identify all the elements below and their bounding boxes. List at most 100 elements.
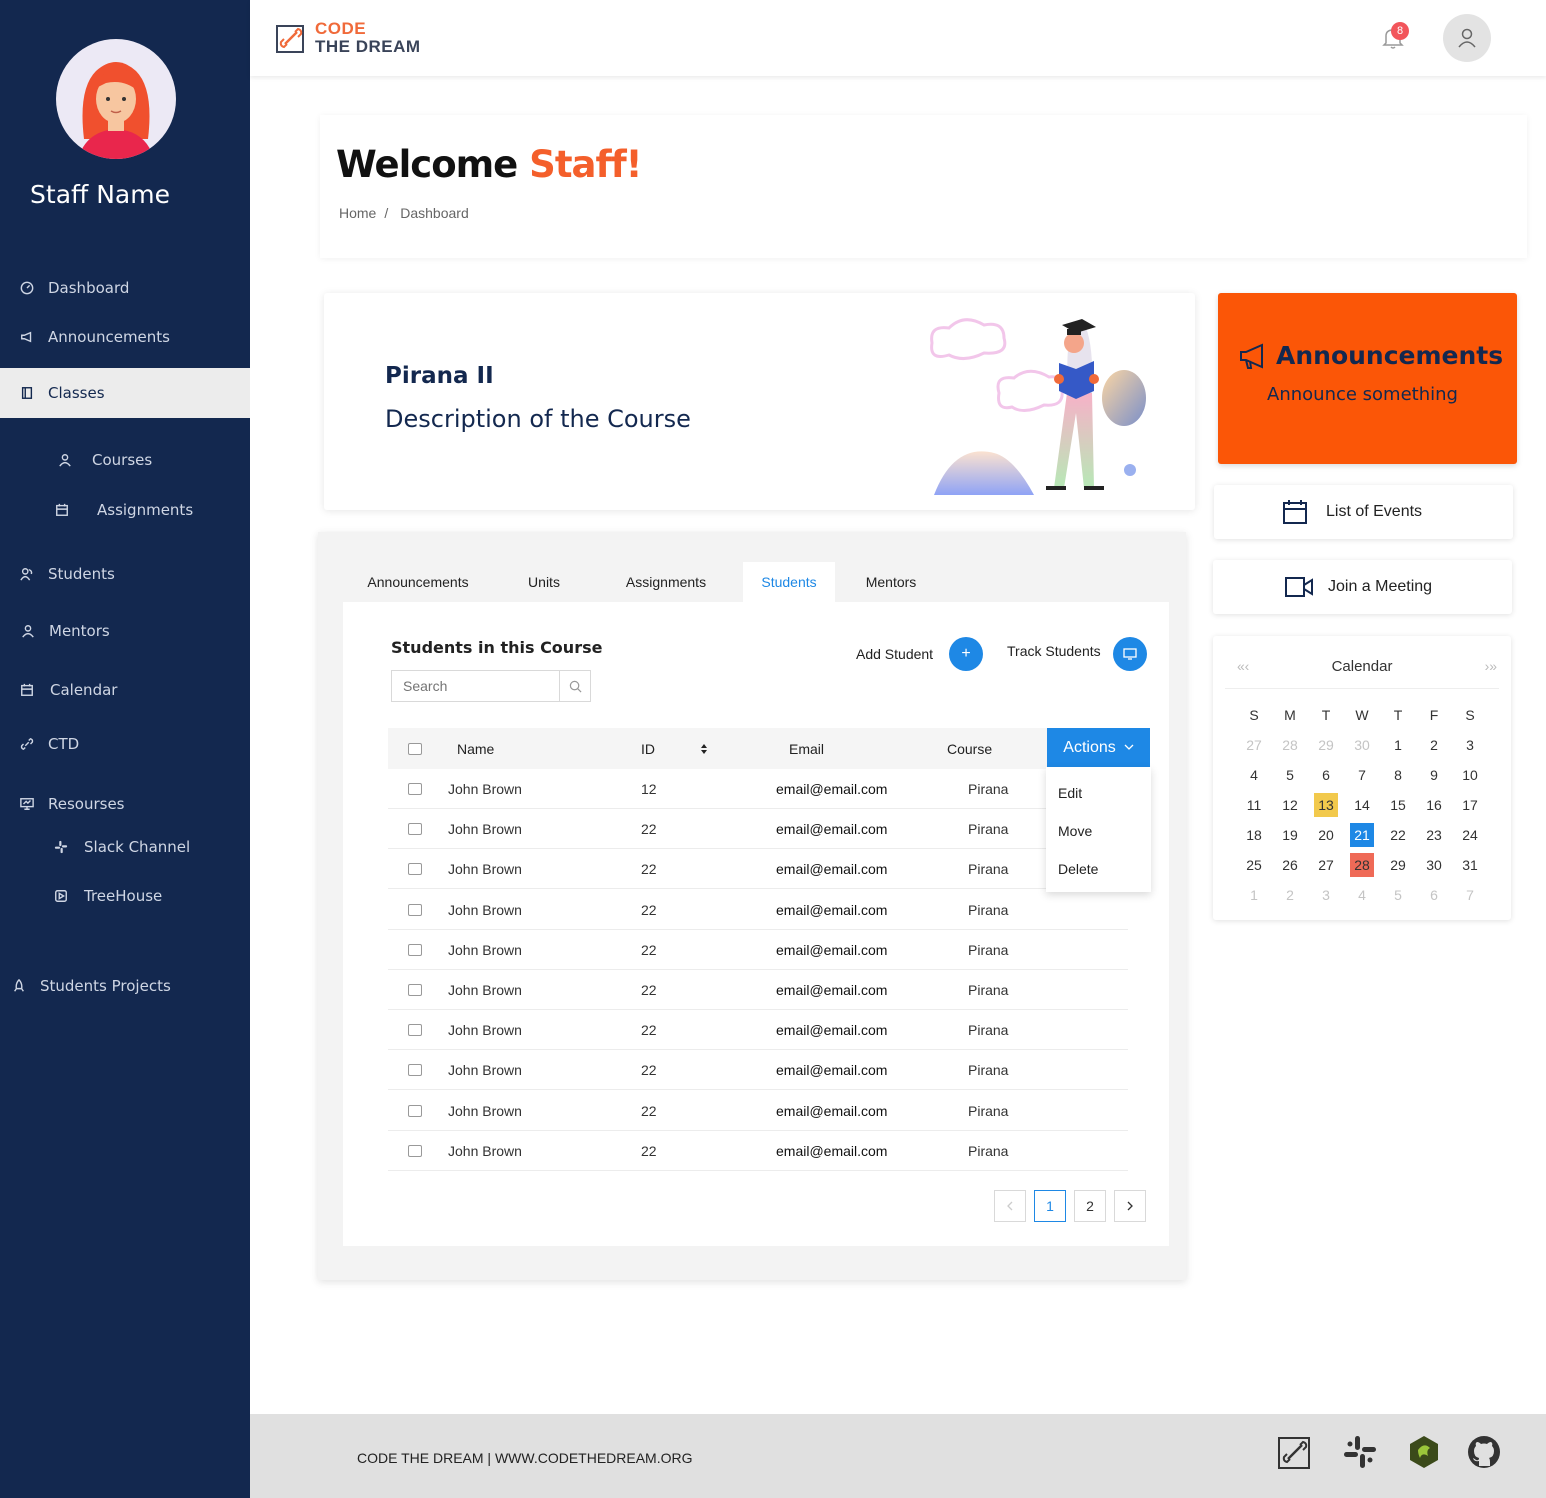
- table-row[interactable]: John Brown 22 email@email.com Pirana: [388, 1010, 1128, 1051]
- calendar-day[interactable]: 7: [1452, 880, 1488, 910]
- add-student-button[interactable]: +: [949, 637, 983, 671]
- tab-units[interactable]: Units: [508, 562, 580, 602]
- calendar-day[interactable]: 8: [1380, 760, 1416, 790]
- calendar-day[interactable]: 22: [1380, 820, 1416, 850]
- menu-item-delete[interactable]: Delete: [1058, 861, 1098, 877]
- calendar-day[interactable]: 2: [1272, 880, 1308, 910]
- sidebar-item-announcements[interactable]: Announcements: [0, 312, 250, 362]
- pagination-next[interactable]: [1114, 1190, 1146, 1222]
- row-checkbox[interactable]: [408, 970, 422, 1010]
- calendar-day[interactable]: 6: [1416, 880, 1452, 910]
- calendar-day[interactable]: 19: [1272, 820, 1308, 850]
- calendar-day[interactable]: 17: [1452, 790, 1488, 820]
- tab-mentors[interactable]: Mentors: [848, 562, 934, 602]
- menu-item-edit[interactable]: Edit: [1058, 785, 1082, 801]
- menu-item-move[interactable]: Move: [1058, 823, 1092, 839]
- calendar-day[interactable]: 20: [1308, 820, 1344, 850]
- tab-announcements[interactable]: Announcements: [348, 562, 488, 602]
- calendar-day[interactable]: 21: [1344, 820, 1380, 850]
- row-checkbox[interactable]: [408, 1131, 422, 1171]
- sidebar-item-students-projects[interactable]: Students Projects: [0, 961, 250, 1011]
- row-checkbox[interactable]: [408, 809, 422, 849]
- ctd-logo-icon[interactable]: [1277, 1434, 1313, 1470]
- sidebar-item-courses[interactable]: Courses: [0, 435, 250, 485]
- calendar-day[interactable]: 5: [1380, 880, 1416, 910]
- sidebar-item-dashboard[interactable]: Dashboard: [0, 263, 250, 313]
- table-row[interactable]: John Brown 22 email@email.com Pirana: [388, 1131, 1128, 1171]
- column-id[interactable]: ID: [641, 728, 655, 769]
- sidebar-item-mentors[interactable]: Mentors: [0, 606, 250, 656]
- actions-dropdown-button[interactable]: Actions: [1047, 728, 1150, 767]
- sidebar-item-assignments[interactable]: Assignments: [0, 485, 250, 535]
- calendar-day[interactable]: 29: [1380, 850, 1416, 880]
- calendar-day[interactable]: 1: [1380, 730, 1416, 760]
- column-email[interactable]: Email: [789, 728, 824, 769]
- calendar-day[interactable]: 23: [1416, 820, 1452, 850]
- table-row[interactable]: John Brown 22 email@email.com Pirana: [388, 1091, 1128, 1131]
- calendar-day[interactable]: 16: [1416, 790, 1452, 820]
- calendar-day[interactable]: 13: [1308, 790, 1344, 820]
- table-row[interactable]: John Brown 22 email@email.com Pirana: [388, 809, 1128, 850]
- user-menu-button[interactable]: [1443, 14, 1491, 62]
- announcements-card[interactable]: Announcements Announce something: [1218, 293, 1517, 464]
- logo[interactable]: CODE THE DREAM: [275, 20, 421, 56]
- list-of-events-button[interactable]: List of Events: [1214, 485, 1513, 539]
- calendar-day[interactable]: 25: [1236, 850, 1272, 880]
- select-all-checkbox[interactable]: [408, 728, 422, 769]
- table-row[interactable]: John Brown 22 email@email.com Pirana: [388, 849, 1128, 890]
- column-name[interactable]: Name: [457, 728, 494, 769]
- calendar-day[interactable]: 15: [1380, 790, 1416, 820]
- row-checkbox[interactable]: [408, 769, 422, 809]
- sidebar-item-slack-channel[interactable]: Slack Channel: [0, 822, 250, 872]
- pagination-page-1[interactable]: 1: [1034, 1190, 1066, 1222]
- row-checkbox[interactable]: [408, 890, 422, 930]
- treehouse-icon[interactable]: [1406, 1434, 1442, 1470]
- calendar-day[interactable]: 3: [1308, 880, 1344, 910]
- sidebar-item-students[interactable]: Students: [0, 549, 250, 599]
- row-checkbox[interactable]: [408, 1010, 422, 1050]
- calendar-day[interactable]: 11: [1236, 790, 1272, 820]
- search-button[interactable]: [559, 671, 590, 701]
- github-icon[interactable]: [1466, 1434, 1502, 1470]
- calendar-day[interactable]: 9: [1416, 760, 1452, 790]
- calendar-next-nav[interactable]: › »: [1485, 658, 1497, 674]
- tab-assignments[interactable]: Assignments: [608, 562, 724, 602]
- calendar-day[interactable]: 3: [1452, 730, 1488, 760]
- sidebar-item-classes[interactable]: Classes: [0, 368, 250, 418]
- sidebar-item-calendar[interactable]: Calendar: [0, 665, 250, 715]
- row-checkbox[interactable]: [408, 930, 422, 970]
- calendar-day[interactable]: 28: [1272, 730, 1308, 760]
- calendar-day[interactable]: 7: [1344, 760, 1380, 790]
- breadcrumb-home[interactable]: Home: [339, 205, 376, 221]
- calendar-day[interactable]: 29: [1308, 730, 1344, 760]
- join-meeting-button[interactable]: Join a Meeting: [1213, 560, 1512, 614]
- calendar-day[interactable]: 2: [1416, 730, 1452, 760]
- sort-icon[interactable]: [700, 728, 708, 769]
- search-input[interactable]: [392, 671, 559, 701]
- calendar-day[interactable]: 12: [1272, 790, 1308, 820]
- table-row[interactable]: John Brown 22 email@email.com Pirana: [388, 930, 1128, 970]
- calendar-day[interactable]: 4: [1344, 880, 1380, 910]
- table-row[interactable]: John Brown 22 email@email.com Pirana: [388, 890, 1128, 930]
- calendar-day[interactable]: 6: [1308, 760, 1344, 790]
- row-checkbox[interactable]: [408, 1050, 422, 1090]
- table-row[interactable]: John Brown 12 email@email.com Pirana: [388, 769, 1128, 809]
- row-checkbox[interactable]: [408, 1091, 422, 1131]
- column-course[interactable]: Course: [947, 728, 992, 769]
- calendar-day[interactable]: 28: [1344, 850, 1380, 880]
- tab-students[interactable]: Students: [743, 562, 835, 602]
- calendar-day[interactable]: 10: [1452, 760, 1488, 790]
- table-row[interactable]: John Brown 22 email@email.com Pirana: [388, 970, 1128, 1010]
- row-checkbox[interactable]: [408, 849, 422, 889]
- calendar-day[interactable]: 30: [1416, 850, 1452, 880]
- table-row[interactable]: John Brown 22 email@email.com Pirana: [388, 1050, 1128, 1091]
- sidebar-item-ctd[interactable]: CTD: [0, 719, 250, 769]
- calendar-day[interactable]: 26: [1272, 850, 1308, 880]
- slack-icon[interactable]: [1342, 1434, 1378, 1470]
- pagination-prev[interactable]: [994, 1190, 1026, 1222]
- calendar-day[interactable]: 30: [1344, 730, 1380, 760]
- calendar-day[interactable]: 24: [1452, 820, 1488, 850]
- calendar-day[interactable]: 18: [1236, 820, 1272, 850]
- add-student-label[interactable]: Add Student: [856, 646, 933, 662]
- track-students-label[interactable]: Track Students: [1007, 643, 1101, 659]
